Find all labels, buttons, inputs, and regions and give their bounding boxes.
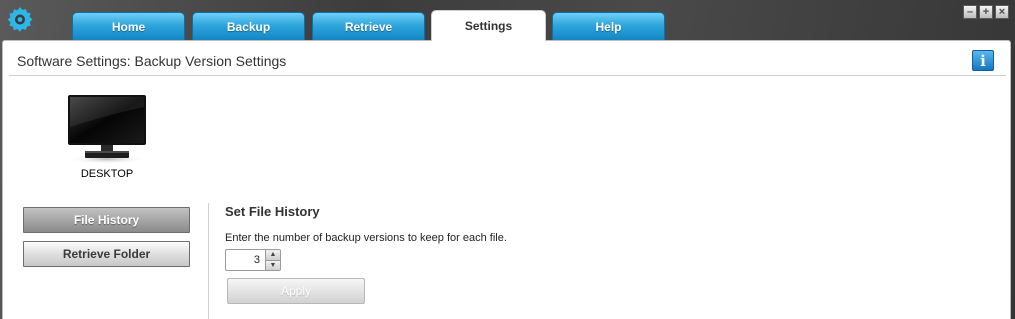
info-icon[interactable]: i xyxy=(972,50,994,71)
file-history-button[interactable]: File History xyxy=(23,207,190,233)
tab-help[interactable]: Help xyxy=(552,12,665,40)
title-divider xyxy=(9,75,1006,76)
vertical-divider xyxy=(208,203,209,319)
monitor-icon xyxy=(67,95,147,164)
device-label: DESKTOP xyxy=(80,168,134,180)
maximize-icon[interactable]: + xyxy=(979,5,993,19)
tab-settings[interactable]: Settings xyxy=(431,10,546,41)
apply-button[interactable]: Apply xyxy=(227,278,365,304)
minimize-icon[interactable]: – xyxy=(963,5,977,19)
gear-head-icon xyxy=(6,6,34,34)
chevron-down-icon[interactable]: ▼ xyxy=(266,259,280,270)
versions-value[interactable]: 3 xyxy=(226,250,265,270)
instruction-text: Enter the number of backup versions to k… xyxy=(225,232,507,244)
page-title: Software Settings: Backup Version Settin… xyxy=(17,53,287,69)
tab-retrieve[interactable]: Retrieve xyxy=(312,12,425,40)
settings-panel: Software Settings: Backup Version Settin… xyxy=(2,40,1011,319)
device-selector[interactable]: DESKTOP xyxy=(63,93,151,180)
tab-backup[interactable]: Backup xyxy=(192,12,305,40)
tab-home[interactable]: Home xyxy=(72,12,185,40)
versions-stepper[interactable]: 3 ▲ ▼ xyxy=(225,249,281,271)
close-icon[interactable]: × xyxy=(995,5,1009,19)
stepper-arrows: ▲ ▼ xyxy=(265,250,280,270)
retrieve-folder-button[interactable]: Retrieve Folder xyxy=(23,241,190,267)
chevron-up-icon[interactable]: ▲ xyxy=(266,250,280,260)
window-controls: – + × xyxy=(963,5,1009,19)
section-title: Set File History xyxy=(225,204,320,219)
